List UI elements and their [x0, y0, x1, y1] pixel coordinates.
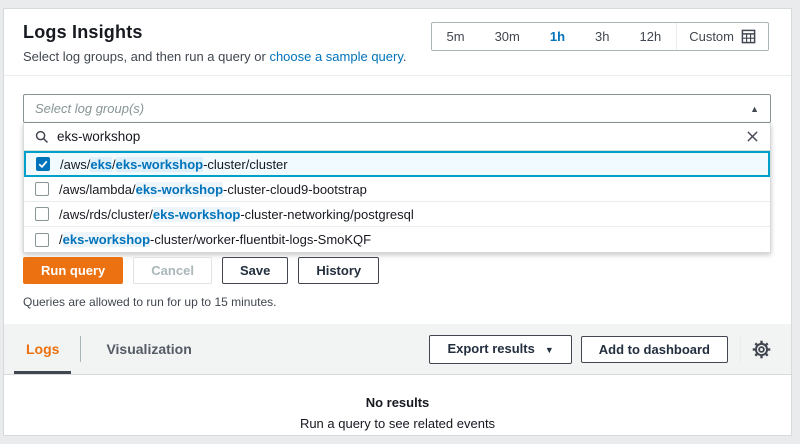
time-range-option-5m[interactable]: 5m [432, 23, 480, 50]
history-button[interactable]: History [298, 257, 379, 284]
sample-query-link[interactable]: choose a sample query [269, 49, 402, 64]
clear-icon[interactable] [746, 130, 759, 143]
subtitle-text: Select log groups, and then run a query … [23, 49, 269, 64]
time-range-custom-button[interactable]: Custom [676, 23, 768, 50]
query-buttons: Run query Cancel Save History [23, 257, 771, 284]
export-results-label: Export results [447, 341, 534, 356]
checkbox-unchecked[interactable] [35, 207, 49, 221]
logs-insights-panel: Logs Insights Select log groups, and the… [3, 8, 792, 436]
settings-divider [740, 335, 741, 363]
time-range-option-1h[interactable]: 1h [535, 23, 580, 50]
export-results-button[interactable]: Export results ▼ [429, 335, 571, 364]
no-results-title: No results [4, 395, 791, 410]
log-group-dropdown: /aws/eks/eks-workshop-cluster/cluster/aw… [23, 123, 771, 253]
log-group-option-label: /aws/rds/cluster/eks-workshop-cluster-ne… [59, 207, 414, 222]
results-panel: No results Run a query to see related ev… [4, 375, 791, 435]
tab-logs[interactable]: Logs [14, 324, 71, 374]
gear-icon[interactable] [752, 340, 771, 359]
time-range-option-12h[interactable]: 12h [625, 23, 677, 50]
time-range-options: 5m30m1h3h12h [432, 23, 677, 50]
checkbox-check-icon [37, 158, 49, 170]
checkbox-checked[interactable] [36, 157, 50, 171]
tab-active-underline [14, 371, 71, 374]
log-group-option-list: /aws/eks/eks-workshop-cluster/cluster/aw… [24, 151, 770, 252]
tab-actions: Export results ▼ Add to dashboard [429, 335, 771, 364]
log-group-option-label: /eks-workshop-cluster/worker-fluentbit-l… [59, 232, 371, 247]
add-to-dashboard-button[interactable]: Add to dashboard [581, 336, 728, 363]
checkbox-unchecked[interactable] [35, 182, 49, 196]
save-button[interactable]: Save [222, 257, 288, 284]
caret-down-icon: ▼ [545, 345, 554, 355]
log-group-option[interactable]: /aws/rds/cluster/eks-workshop-cluster-ne… [24, 202, 770, 227]
checkbox-unchecked[interactable] [35, 233, 49, 247]
log-group-search-input[interactable] [57, 129, 746, 144]
log-group-option-label: /aws/lambda/eks-workshop-cluster-cloud9-… [59, 182, 367, 197]
search-icon [35, 130, 49, 144]
time-range-custom-label: Custom [689, 29, 734, 44]
tab-logs-label: Logs [26, 341, 59, 357]
tab-visualization[interactable]: Visualization [94, 324, 203, 374]
time-range-option-30m[interactable]: 30m [480, 23, 535, 50]
query-limit-note: Queries are allowed to run for up to 15 … [23, 295, 771, 309]
header: Logs Insights Select log groups, and the… [4, 9, 791, 75]
tabs-divider [80, 336, 81, 362]
log-group-option[interactable]: /aws/lambda/eks-workshop-cluster-cloud9-… [24, 177, 770, 202]
log-group-select[interactable]: Select log group(s) ▲ [23, 94, 771, 123]
tab-visualization-label: Visualization [106, 341, 191, 357]
query-section: Select log group(s) ▲ [4, 76, 791, 309]
log-group-placeholder: Select log group(s) [35, 101, 750, 116]
dropdown-arrow-icon: ▲ [750, 104, 759, 114]
no-results-subtitle: Run a query to see related events [4, 416, 791, 431]
page-subtitle: Select log groups, and then run a query … [23, 49, 771, 64]
log-group-option[interactable]: /aws/eks/eks-workshop-cluster/cluster [24, 151, 770, 177]
calendar-icon [741, 29, 756, 44]
log-group-option[interactable]: /eks-workshop-cluster/worker-fluentbit-l… [24, 227, 770, 252]
run-query-button[interactable]: Run query [23, 257, 123, 284]
log-group-option-label: /aws/eks/eks-workshop-cluster/cluster [60, 157, 288, 172]
subtitle-period: . [403, 49, 407, 64]
results-tabbar: Logs Visualization Export results ▼ Add t… [4, 324, 791, 375]
cancel-button: Cancel [133, 257, 212, 284]
time-range-option-3h[interactable]: 3h [580, 23, 624, 50]
time-range-selector: 5m30m1h3h12h Custom [431, 22, 770, 51]
log-group-search-row [24, 123, 770, 151]
settings-area [740, 335, 771, 363]
